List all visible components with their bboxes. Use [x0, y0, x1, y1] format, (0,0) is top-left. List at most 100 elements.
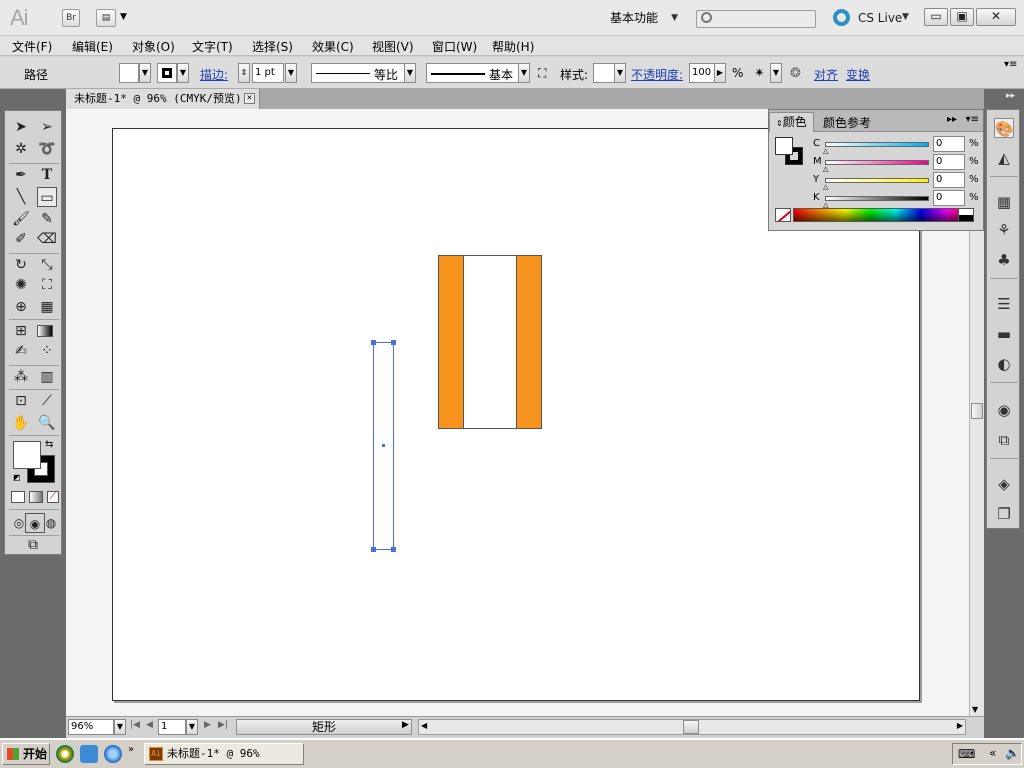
- search-input[interactable]: [696, 10, 816, 28]
- draw-inside-icon[interactable]: ◍: [41, 513, 61, 533]
- gradient-tool-icon[interactable]: [37, 325, 53, 337]
- brush-options-icon[interactable]: ⛶: [538, 66, 546, 81]
- line-tool-icon[interactable]: ╲: [11, 187, 31, 207]
- zoom-dropdown[interactable]: ▼: [114, 719, 126, 735]
- default-colors-icon[interactable]: ◩: [13, 473, 21, 482]
- color-spectrum-bar[interactable]: [793, 208, 973, 222]
- black-white-swatch[interactable]: [958, 208, 974, 222]
- arrange-dropdown-icon[interactable]: ▼: [120, 12, 127, 22]
- blob-brush-tool-icon[interactable]: ✐: [11, 229, 31, 249]
- magenta-slider[interactable]: [825, 160, 929, 165]
- stroke-weight-input[interactable]: 1 pt: [252, 63, 284, 83]
- cyan-slider-thumb[interactable]: △: [823, 148, 828, 155]
- collapse-panel-icon[interactable]: ▸▸: [947, 114, 957, 125]
- artboards-icon[interactable]: ❐: [994, 504, 1014, 524]
- opacity-label-link[interactable]: 不透明度:: [631, 66, 683, 83]
- selection-handle[interactable]: [391, 547, 396, 552]
- perspective-grid-tool-icon[interactable]: ▦: [37, 297, 57, 317]
- start-button[interactable]: 开始: [2, 743, 50, 765]
- blend-tool-icon[interactable]: ⁘: [37, 341, 57, 361]
- panel-menu-icon[interactable]: ▾≡: [966, 114, 979, 125]
- opacity-slider-button[interactable]: ▶: [714, 63, 726, 83]
- tab-color-guide[interactable]: 颜色参考: [823, 114, 871, 131]
- rotate-tool-icon[interactable]: ↻: [11, 255, 31, 275]
- yellow-slider-thumb[interactable]: △: [823, 184, 828, 191]
- stroke-dropdown[interactable]: ▼: [177, 63, 189, 83]
- graphic-styles-icon[interactable]: ⧉: [994, 430, 1014, 450]
- menu-type[interactable]: 文字(T): [192, 38, 233, 55]
- transform-link[interactable]: 变换: [846, 66, 870, 83]
- scroll-right-icon[interactable]: ▶: [957, 721, 963, 730]
- menu-view[interactable]: 视图(V): [372, 38, 414, 55]
- type-tool-icon[interactable]: T: [37, 165, 57, 185]
- restore-button[interactable]: ▣: [950, 8, 974, 26]
- symbol-sprayer-tool-icon[interactable]: ⁂: [11, 367, 31, 387]
- mesh-tool-icon[interactable]: ⊞: [11, 321, 31, 341]
- horizontal-scroll-thumb[interactable]: [683, 720, 699, 734]
- layers-icon[interactable]: ◈: [994, 474, 1014, 494]
- none-mode-icon[interactable]: ⟋: [47, 491, 59, 503]
- selection-handle[interactable]: [391, 340, 396, 345]
- media-player-icon[interactable]: [56, 745, 74, 763]
- yellow-slider[interactable]: [825, 178, 929, 183]
- cs-live-dropdown-icon[interactable]: ▼: [902, 12, 909, 22]
- scroll-left-icon[interactable]: ◀: [421, 721, 427, 730]
- stroke-icon[interactable]: ☰: [994, 294, 1014, 314]
- variable-width-profile[interactable]: 等比: [311, 63, 405, 83]
- zoom-tool-icon[interactable]: 🔍: [37, 413, 57, 433]
- close-tab-icon[interactable]: ✕: [244, 93, 255, 104]
- arrange-documents-button[interactable]: ▤: [96, 9, 116, 27]
- screen-mode-icon[interactable]: ⧉: [23, 535, 43, 555]
- eyedropper-tool-icon[interactable]: ✍: [11, 341, 31, 361]
- horizontal-scrollbar[interactable]: ◀ ▶: [418, 719, 966, 735]
- color-guide-icon[interactable]: ◭: [994, 148, 1014, 168]
- status-menu-icon[interactable]: ▶: [402, 720, 409, 730]
- magic-wand-tool-icon[interactable]: ✲: [11, 139, 31, 159]
- cs-live-label[interactable]: CS Live: [858, 11, 902, 25]
- selection-handle[interactable]: [371, 340, 376, 345]
- minimize-button[interactable]: ▭: [924, 8, 948, 26]
- menu-edit[interactable]: 编辑(E): [72, 38, 113, 55]
- artboard-number-input[interactable]: 1: [158, 719, 186, 735]
- menu-window[interactable]: 窗口(W): [432, 38, 477, 55]
- zoom-input[interactable]: 96%: [68, 719, 114, 735]
- free-transform-tool-icon[interactable]: ⛶: [37, 275, 57, 295]
- internet-explorer-icon[interactable]: [104, 745, 122, 763]
- menu-file[interactable]: 文件(F): [12, 38, 52, 55]
- menu-select[interactable]: 选择(S): [252, 38, 293, 55]
- cyan-value-input[interactable]: 0: [933, 136, 965, 152]
- stroke-swatch[interactable]: [157, 63, 177, 83]
- yellow-value-input[interactable]: 0: [933, 172, 965, 188]
- shape-builder-tool-icon[interactable]: ⊕: [11, 297, 31, 317]
- stroke-label-link[interactable]: 描边:: [200, 66, 228, 83]
- swap-fill-stroke-icon[interactable]: ⇆: [45, 439, 53, 450]
- orange-stripe-right[interactable]: [516, 256, 541, 428]
- graphic-style-swatch[interactable]: [593, 63, 615, 83]
- brush-definition[interactable]: 基本: [426, 63, 520, 83]
- speaker-icon[interactable]: 🔈: [1005, 746, 1020, 760]
- brush-dropdown[interactable]: ▼: [518, 63, 530, 83]
- menu-object[interactable]: 对象(O): [132, 38, 175, 55]
- pencil-tool-icon[interactable]: ✎: [37, 209, 57, 229]
- panel-fill-box[interactable]: [775, 137, 793, 155]
- pen-tool-icon[interactable]: ✒: [11, 165, 31, 185]
- fill-color-box[interactable]: [13, 441, 41, 469]
- tab-color[interactable]: ⇕颜色: [769, 112, 814, 132]
- expand-panels-icon[interactable]: ▸▸: [1006, 91, 1015, 101]
- last-artboard-icon[interactable]: ▶|: [218, 720, 228, 730]
- color-panel-icon[interactable]: 🎨: [994, 118, 1014, 138]
- scroll-down-icon[interactable]: ▼: [972, 705, 978, 714]
- color-mode-icon[interactable]: [11, 491, 25, 503]
- bridge-button[interactable]: Br: [62, 9, 80, 27]
- desktop-icon[interactable]: [80, 745, 98, 763]
- transparency-icon[interactable]: ◐: [994, 354, 1014, 374]
- rectangle-tool-icon[interactable]: ▭: [37, 187, 57, 207]
- fill-dropdown[interactable]: ▼: [139, 63, 151, 83]
- gradient-mode-icon[interactable]: [29, 491, 43, 503]
- selection-handle[interactable]: [371, 547, 376, 552]
- orange-stripe-left[interactable]: [439, 256, 464, 428]
- selection-tool-icon[interactable]: ➤: [11, 117, 31, 137]
- menu-help[interactable]: 帮助(H): [492, 38, 534, 55]
- opacity-input[interactable]: 100: [689, 63, 715, 83]
- slice-tool-icon[interactable]: ⟋: [37, 391, 57, 411]
